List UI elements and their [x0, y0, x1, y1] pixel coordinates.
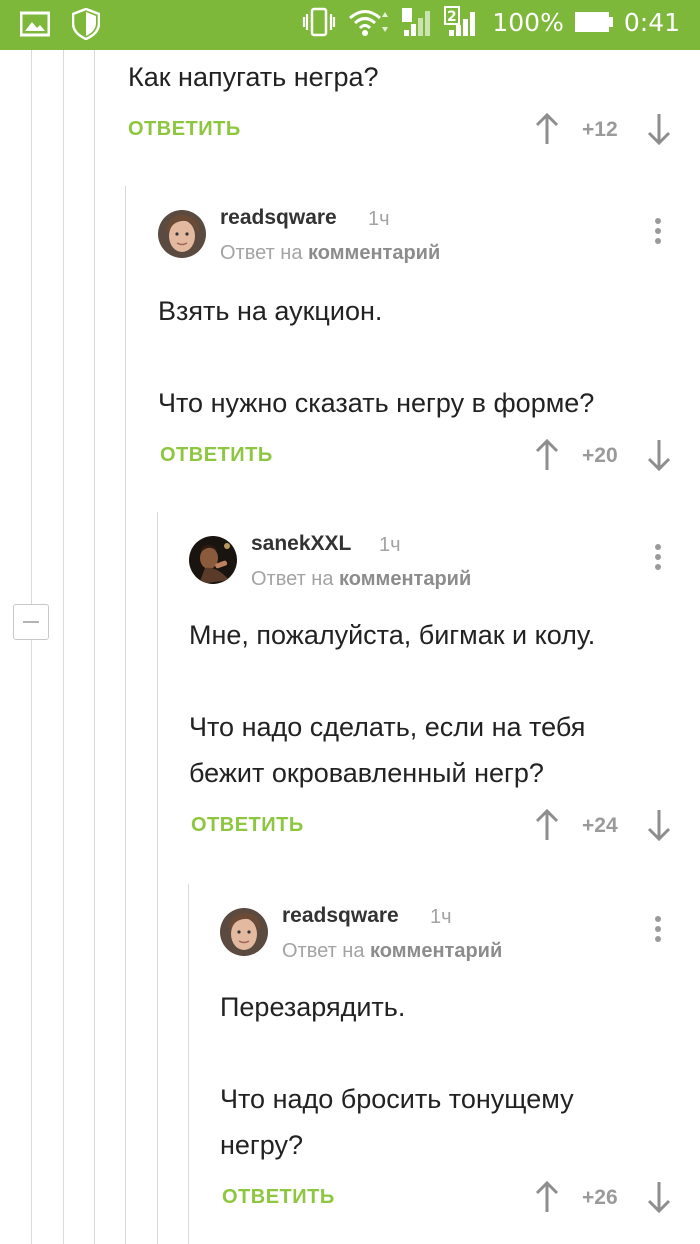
comment-line: Мне, пожалуйста, бигмак и колу. [189, 620, 596, 650]
reply-to: Ответ на комментарий [282, 940, 502, 963]
downvote-arrow-icon[interactable] [646, 112, 672, 146]
vote-score: +20 [582, 444, 618, 467]
shield-icon [72, 8, 100, 40]
thread-line [31, 50, 32, 1244]
vote-score: +26 [582, 1186, 618, 1209]
comment: sanekXXL 1ч Ответ на комментарий Мне, по… [189, 530, 700, 860]
more-menu-icon[interactable] [646, 540, 670, 570]
comment-actions: ОТВЕТИТЬ +26 [222, 1180, 682, 1220]
more-menu-icon[interactable] [646, 214, 670, 244]
avatar[interactable] [158, 210, 206, 258]
reply-button[interactable]: ОТВЕТИТЬ [191, 814, 304, 837]
avatar[interactable] [220, 908, 268, 956]
reply-to-prefix: Ответ на [282, 940, 365, 962]
thread-line [94, 50, 95, 1244]
signal-sim1-icon [402, 8, 431, 36]
comment-line: негру? [220, 1130, 304, 1160]
battery-icon [574, 12, 613, 32]
reply-button[interactable]: ОТВЕТИТЬ [128, 118, 241, 141]
comment-time: 1ч [379, 534, 401, 556]
author-name[interactable]: sanekXXL [251, 532, 351, 556]
reply-to-link[interactable]: комментарий [339, 568, 471, 590]
battery-percent: 100% [492, 7, 564, 37]
gallery-notification-icon [20, 11, 50, 37]
status-bar: 2 100% 0:41 [0, 0, 700, 50]
comment-line [158, 334, 594, 380]
comment-line: Что надо бросить тонущему [220, 1084, 574, 1114]
comment-time: 1ч [368, 208, 390, 230]
reply-to: Ответ на комментарий [251, 568, 471, 591]
comment-line: бежит окровавленный негр? [189, 758, 544, 788]
wifi-icon [349, 10, 389, 36]
reply-to-link[interactable]: комментарий [308, 242, 440, 264]
reply-to: Ответ на комментарий [220, 242, 440, 265]
comment-text: Мне, пожалуйста, бигмак и колу. Что надо… [189, 612, 595, 796]
signal-sim2-icon: 2 [444, 6, 476, 36]
thread-line [125, 186, 126, 1244]
svg-text:2: 2 [447, 9, 457, 25]
comment-header: sanekXXL 1ч Ответ на комментарий [189, 530, 700, 590]
avatar[interactable] [189, 536, 237, 584]
author-name[interactable]: readsqware [220, 206, 337, 230]
comment-header: readsqware 1ч Ответ на комментарий [158, 204, 700, 264]
upvote-arrow-icon[interactable] [534, 1180, 560, 1214]
more-menu-icon[interactable] [646, 912, 670, 942]
comment-line: Что надо сделать, если на тебя [189, 712, 586, 742]
vote-score: +12 [582, 118, 618, 141]
reply-to-prefix: Ответ на [220, 242, 303, 264]
clock: 0:41 [623, 7, 680, 37]
reply-to-link[interactable]: комментарий [370, 940, 502, 962]
comment-text: Взять на аукцион. Что нужно сказать негр… [158, 288, 594, 426]
reply-button[interactable]: ОТВЕТИТЬ [160, 444, 273, 467]
comment-actions: ОТВЕТИТЬ +24 [191, 808, 681, 848]
downvote-arrow-icon[interactable] [646, 1180, 672, 1214]
comment-actions: ОТВЕТИТЬ +20 [160, 438, 680, 478]
upvote-arrow-icon[interactable] [534, 438, 560, 472]
reply-to-prefix: Ответ на [251, 568, 334, 590]
downvote-arrow-icon[interactable] [646, 808, 672, 842]
thread-line [188, 884, 189, 1244]
reply-button[interactable]: ОТВЕТИТЬ [222, 1186, 335, 1209]
comment-line [189, 658, 595, 704]
thread-line [63, 50, 64, 1244]
comment-text: Перезарядить. Что надо бросить тонущему … [220, 984, 574, 1168]
comment-line [220, 1030, 574, 1076]
thread-line [157, 512, 158, 1244]
vote-score: +24 [582, 814, 618, 837]
comment-text: Как напугать негра? [128, 62, 379, 92]
comment: readsqware 1ч Ответ на комментарий Перез… [220, 902, 700, 1232]
comment-header: readsqware 1ч Ответ на комментарий [220, 902, 700, 962]
comment-line: Перезарядить. [220, 992, 406, 1022]
author-name[interactable]: readsqware [282, 904, 399, 928]
comment-time: 1ч [430, 906, 452, 928]
collapse-thread-button[interactable] [13, 604, 49, 640]
comment-line: Что нужно сказать негру в форме? [158, 388, 595, 418]
upvote-arrow-icon[interactable] [534, 112, 560, 146]
downvote-arrow-icon[interactable] [646, 438, 672, 472]
comment: readsqware 1ч Ответ на комментарий Взять… [158, 204, 700, 494]
comment-actions: ОТВЕТИТЬ +12 [128, 112, 678, 152]
vibrate-icon [303, 7, 336, 37]
comment-line: Взять на аукцион. [158, 296, 383, 326]
upvote-arrow-icon[interactable] [534, 808, 560, 842]
